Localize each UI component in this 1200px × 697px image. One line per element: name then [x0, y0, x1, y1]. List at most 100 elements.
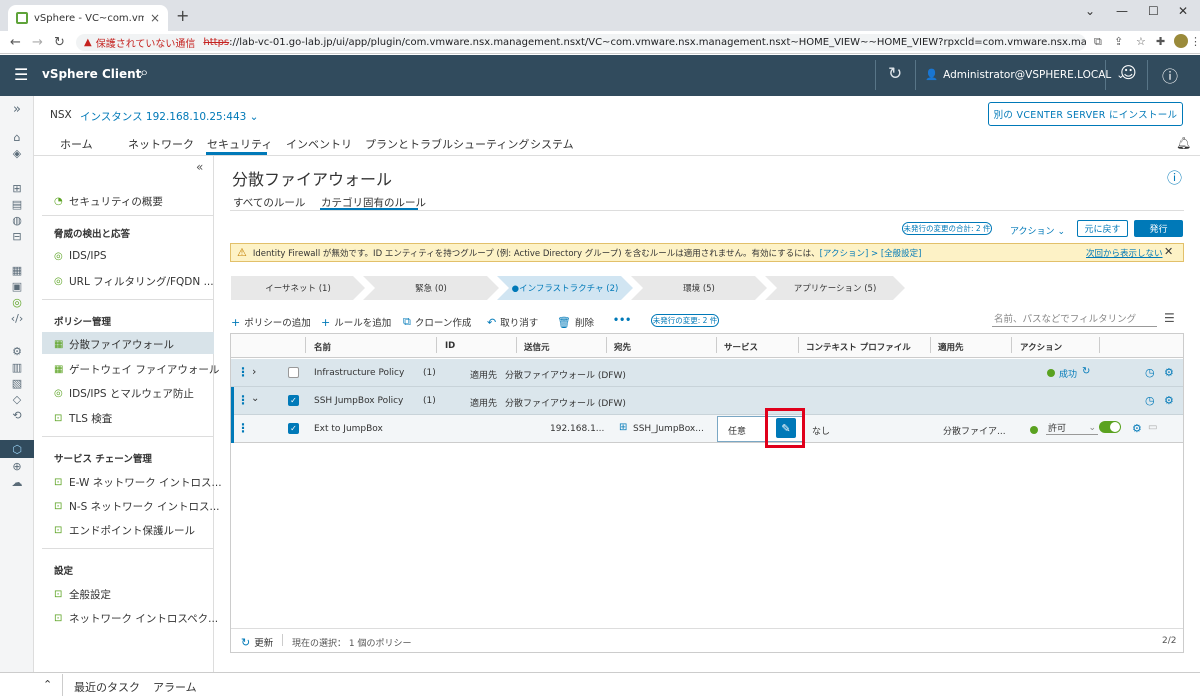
rule-name[interactable]: Ext to JumpBox [314, 424, 383, 434]
row-menu-icon[interactable]: ⋮ [237, 393, 249, 407]
browser-tab[interactable]: vSphere - VC~com.vmware.nsx.n × [8, 5, 168, 31]
forward-arrow-icon[interactable]: → [32, 35, 43, 50]
chevron-right-icon[interactable]: › [252, 365, 256, 378]
sidenav-item-ns-introspection[interactable]: ⊡ N-S ネットワーク イントロス... [54, 499, 220, 514]
row-menu-icon[interactable]: ⋮ [237, 421, 249, 435]
column-source[interactable]: 送信元 [524, 341, 550, 353]
content-library-icon[interactable]: ▦ [8, 264, 26, 277]
column-id[interactable]: ID [445, 341, 455, 351]
sidenav-item-ids-malware[interactable]: ◎ IDS/IPS とマルウェア防止 [54, 386, 194, 401]
nsx-icon[interactable]: ⬡ [8, 443, 26, 456]
sidenav-item-endpoint[interactable]: ⊡ エンドポイント保護ルール [54, 523, 195, 538]
chevron-up-icon[interactable]: ⌃ [43, 678, 52, 691]
row-menu-icon[interactable]: ⋮ [237, 365, 249, 379]
column-action[interactable]: アクション [1020, 341, 1062, 353]
new-tab-button[interactable]: + [176, 6, 189, 25]
profile-avatar[interactable] [1174, 34, 1188, 48]
rule-destination[interactable]: SSH_JumpBox... [633, 424, 704, 434]
back-arrow-icon[interactable]: ← [10, 35, 21, 50]
extensions-icon[interactable]: ✚ [1156, 35, 1165, 48]
column-context-profile[interactable]: コンテキスト プロファイル [806, 341, 911, 353]
hosts-icon[interactable]: ⊞ [8, 182, 26, 195]
search-icon[interactable]: ⌕ [140, 63, 148, 81]
sidenav-item-overview[interactable]: ◔ セキュリティの概要 [54, 194, 163, 209]
browser-menu-icon[interactable]: ⋮ [1190, 35, 1200, 48]
hide-next-time-link[interactable]: 次回から表示しない [1086, 247, 1163, 259]
gear-icon[interactable]: ⚙ [1164, 394, 1174, 407]
alarms-tab[interactable]: アラーム [153, 679, 197, 695]
expand-rail-icon[interactable]: » [8, 102, 26, 117]
clone-button[interactable]: ⧉ クローン作成 [403, 315, 471, 329]
row-checkbox[interactable] [288, 367, 299, 378]
collapse-sidenav-icon[interactable]: « [196, 160, 203, 174]
delete-button[interactable]: 🗑︎ 削除 [557, 315, 594, 330]
tab-system[interactable]: システム [530, 136, 574, 152]
url-input[interactable]: ▲ 保護されていない通信 https ://lab-vc-01.go-lab.j… [76, 34, 1086, 51]
add-policy-button[interactable]: + ポリシーの追加 [231, 315, 311, 330]
gear-icon[interactable]: ⚙ [1164, 366, 1174, 379]
sidenav-item-ids-ips[interactable]: ◎ IDS/IPS [54, 250, 106, 262]
add-rule-button[interactable]: + ルールを追加 [321, 315, 391, 330]
category-application[interactable]: アプリケーション (5) [765, 276, 905, 300]
events-icon[interactable]: ▧ [8, 377, 26, 390]
share-icon[interactable]: ⇪ [1114, 35, 1123, 48]
sidenav-item-general-settings[interactable]: ⊡ 全般設定 [54, 587, 111, 602]
close-window-button[interactable]: ✕ [1178, 4, 1188, 18]
policies-icon[interactable]: ⚙ [8, 345, 26, 358]
shortcuts-icon[interactable]: ◈ [8, 147, 26, 160]
insecure-label[interactable]: 保護されていない通信 [96, 35, 196, 50]
sidenav-item-url-filtering[interactable]: ◎ URL フィルタリング/FQDN ... [54, 274, 214, 289]
column-name[interactable]: 名前 [314, 341, 331, 353]
tab-network[interactable]: ネットワーク [128, 136, 194, 152]
reload-icon[interactable]: ↻ [54, 35, 65, 50]
tab-plan-troubleshooting[interactable]: プランとトラブルシューティング [365, 136, 529, 152]
sidenav-item-network-introspection[interactable]: ⊡ ネットワーク イントロスペク... [54, 611, 218, 626]
subtab-all-rules[interactable]: すべてのルール [233, 195, 305, 210]
lifecycle-icon[interactable]: ⟲ [8, 409, 26, 422]
filter-input[interactable]: 名前、パスなどでフィルタリング [992, 311, 1157, 327]
workload-icon[interactable]: ▣ [8, 280, 26, 293]
sidenav-item-gateway-fw[interactable]: ▦ ゲートウェイ ファイアウォール [54, 362, 219, 377]
vms-icon[interactable]: ▤ [8, 198, 26, 211]
bookmark-star-icon[interactable]: ☆ [1136, 35, 1146, 48]
category-ethernet[interactable]: イーサネット (1) [231, 276, 365, 300]
rule-applied-to[interactable]: 分散ファイア... [943, 424, 1006, 437]
hybrid-icon[interactable]: ⊕ [8, 460, 26, 473]
close-icon[interactable]: ✕ [1164, 245, 1173, 258]
home-icon[interactable]: ⌂ [8, 131, 26, 144]
undo-button[interactable]: ↶ 取り消す [487, 315, 538, 330]
feedback-smiley-icon[interactable]: ☺ [1120, 63, 1137, 82]
tags-icon[interactable]: ◇ [8, 393, 26, 406]
action-dropdown[interactable]: アクション ⌄ [1010, 224, 1065, 237]
sidenav-item-tls[interactable]: ⊡ TLS 検査 [54, 411, 112, 426]
tab-inventory[interactable]: インベントリ [286, 136, 352, 152]
rule-action-select[interactable]: 許可 ⌄ [1046, 421, 1098, 435]
sidenav-item-ew-introspection[interactable]: ⊡ E-W ネットワーク イントロス... [54, 475, 222, 490]
column-applied-to[interactable]: 適用先 [938, 341, 964, 353]
close-tab-icon[interactable]: × [150, 11, 160, 25]
rule-context-profile[interactable]: なし [812, 424, 830, 437]
history-icon[interactable]: ◷ [1145, 366, 1155, 379]
gear-icon[interactable]: ⚙ [1132, 422, 1142, 435]
history-icon[interactable]: ◷ [1145, 394, 1155, 407]
window-menu-icon[interactable]: ⌄ [1085, 4, 1095, 18]
minimize-button[interactable]: — [1116, 4, 1128, 18]
help-icon[interactable]: ⓘ [1162, 63, 1178, 87]
networking-icon[interactable]: ⊟ [8, 230, 26, 243]
row-checkbox-checked[interactable]: ✓ [288, 395, 299, 406]
refresh-button[interactable]: ↻ 更新 [241, 635, 273, 650]
translate-icon[interactable]: ⧉ [1094, 35, 1102, 49]
sidenav-item-dfw[interactable]: ▦ 分散ファイアウォール [54, 337, 174, 352]
code-icon[interactable]: ‹/› [8, 312, 26, 325]
refresh-icon[interactable]: ↻ [888, 64, 902, 84]
alert-link[interactable]: [アクション] > [全般設定] [820, 247, 922, 259]
column-filter-icon[interactable]: ☰ [1164, 311, 1175, 325]
more-actions-button[interactable]: ••• [613, 315, 631, 326]
status-success-link[interactable]: 成功 [1059, 367, 1077, 380]
cloud-icon[interactable]: ☁ [8, 476, 26, 489]
tab-home[interactable]: ホーム [60, 136, 93, 152]
log-icon[interactable]: ▭ [1148, 422, 1157, 433]
install-other-vcenter-button[interactable]: 別の VCENTER SERVER にインストール [988, 102, 1183, 126]
row-checkbox-checked[interactable]: ✓ [288, 423, 299, 434]
publish-button[interactable]: 発行 [1134, 220, 1183, 237]
